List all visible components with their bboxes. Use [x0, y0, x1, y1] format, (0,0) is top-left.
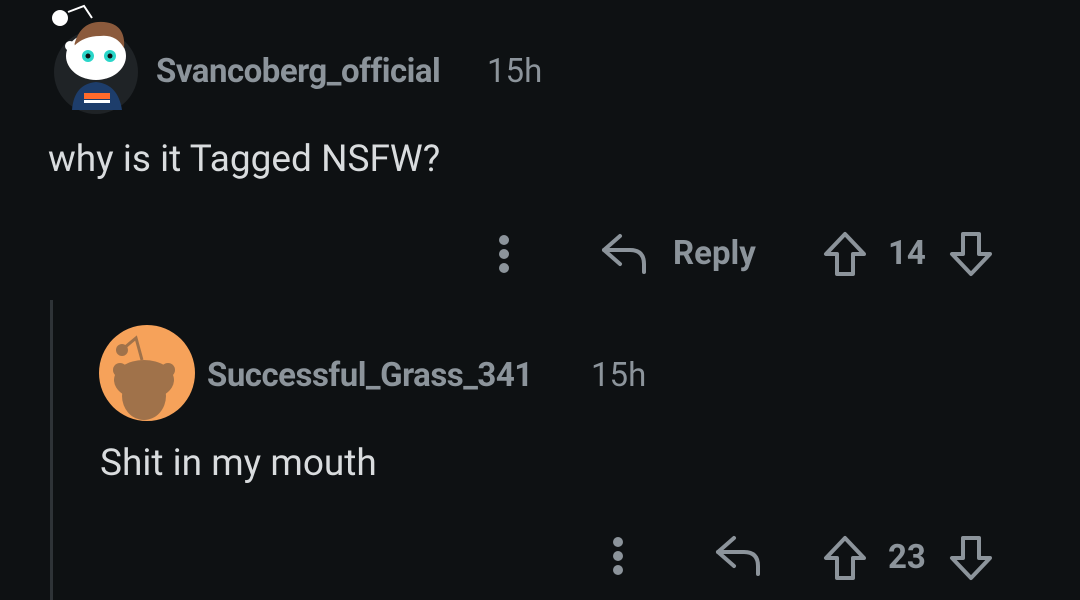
comment-author[interactable]: Svancoberg_official — [156, 52, 441, 91]
reply-button[interactable]: Reply — [600, 226, 770, 282]
upvote-arrow-icon[interactable] — [822, 230, 868, 278]
upvote-arrow-icon[interactable] — [822, 534, 868, 582]
comment-2: Successful_Grass_341 15h Shit in my mout… — [0, 300, 1080, 588]
reply-arrow-icon — [600, 230, 650, 276]
user-avatar[interactable] — [44, 0, 144, 116]
reply-arrow-icon[interactable] — [714, 532, 764, 578]
comment-text: Shit in my mouth — [100, 442, 377, 485]
vote-count: 23 — [888, 538, 926, 577]
vote-count: 14 — [888, 234, 926, 273]
more-vertical-icon[interactable] — [610, 534, 626, 578]
comment-timestamp: 15h — [591, 356, 647, 395]
reply-label: Reply — [673, 234, 756, 273]
downvote-arrow-icon[interactable] — [948, 230, 994, 278]
comment-author[interactable]: Successful_Grass_341 — [207, 356, 533, 395]
comment-timestamp: 15h — [487, 52, 543, 91]
more-vertical-icon[interactable] — [496, 232, 512, 276]
user-avatar[interactable] — [98, 324, 196, 422]
downvote-arrow-icon[interactable] — [948, 534, 994, 582]
comment-text: why is it Tagged NSFW? — [48, 138, 441, 181]
comment-1: Svancoberg_official 15h why is it Tagged… — [0, 0, 1080, 300]
